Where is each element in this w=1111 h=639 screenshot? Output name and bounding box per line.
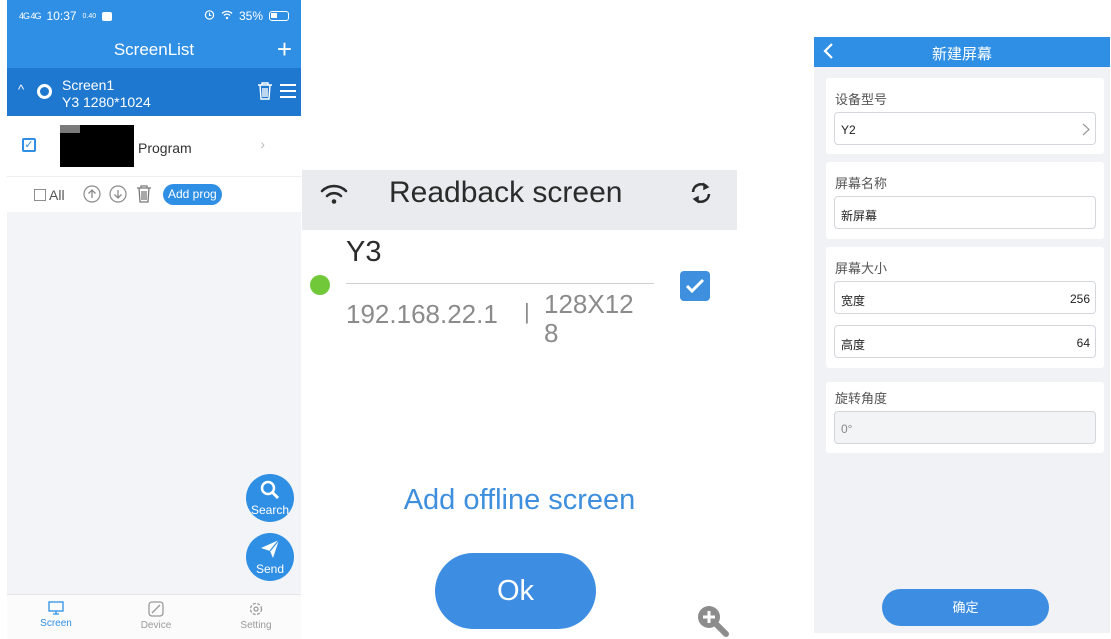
readback-screen-panel: Readback screen Y3 192.168.22.1 | 128X12… (302, 170, 737, 639)
status-time: 10:37 (46, 9, 77, 23)
screen-name-label: 屏幕名称 (835, 176, 888, 191)
notification-icon (102, 11, 113, 21)
width-value: 256 (1069, 292, 1090, 306)
program-label: Program (138, 140, 192, 156)
width-label: 宽度 (841, 294, 866, 308)
battery-percent: 35% (238, 9, 263, 23)
device-select-checkbox[interactable] (680, 271, 710, 301)
screen-row[interactable]: ^ Screen1 Y3 1280*1024 (7, 68, 301, 116)
screen-size-label: 屏幕大小 (835, 261, 888, 276)
select-all-label: All (49, 187, 65, 203)
device-name: Y3 (346, 236, 382, 268)
program-row[interactable]: ✓ Program › (7, 116, 301, 176)
net-speed: 0.40 (82, 12, 97, 20)
collapse-chevron-icon[interactable]: ^ (18, 82, 24, 97)
add-program-button[interactable]: Add prog (163, 184, 222, 205)
divider (346, 283, 654, 284)
check-icon (685, 278, 705, 294)
device-tab-icon (148, 601, 164, 617)
device-model-label: 设备型号 (835, 92, 888, 107)
height-label: 高度 (841, 338, 866, 352)
battery-icon (269, 11, 289, 21)
tab-setting-label: Setting (240, 620, 272, 631)
page-title: ScreenList (113, 40, 195, 59)
device-model-value: Y2 (841, 123, 856, 137)
new-screen-panel: 新建屏幕 设备型号 Y2 屏幕名称 新屏幕 屏幕大小 宽度 256 高度 64 … (814, 37, 1110, 633)
alarm-icon (204, 9, 215, 23)
screen-name-value: 新屏幕 (841, 209, 878, 223)
gear-icon (249, 602, 263, 616)
page-title: 新建屏幕 (931, 46, 992, 63)
program-checkbox[interactable]: ✓ (22, 138, 36, 152)
send-label: Send (255, 562, 285, 576)
device-ip: 192.168.22.1 (346, 299, 498, 329)
tab-device-label: Device (140, 620, 172, 631)
search-icon (260, 480, 280, 500)
rotation-input[interactable]: 0° (834, 411, 1096, 444)
search-button[interactable]: Search (246, 474, 294, 522)
device-resolution: 128X128 (544, 290, 634, 346)
bottom-tab-bar: Screen Device Setting (7, 594, 301, 639)
ok-button[interactable]: Ok (435, 553, 596, 629)
rotation-placeholder: 0° (841, 422, 853, 436)
move-down-icon[interactable] (109, 185, 127, 203)
height-value: 64 (1076, 336, 1090, 350)
readback-header: Readback screen (302, 170, 737, 230)
wifi-icon (221, 9, 233, 23)
screen-spec: Y3 1280*1024 (62, 94, 151, 110)
add-screen-button[interactable]: + (277, 34, 292, 65)
zoom-in-icon[interactable] (695, 603, 729, 639)
width-input[interactable]: 宽度 256 (834, 281, 1096, 314)
screen-name-input[interactable]: 新屏幕 (834, 196, 1096, 229)
program-toolbar: All Add prog (7, 176, 301, 212)
screen-name: Screen1 (62, 77, 115, 93)
readback-title: Readback screen (389, 176, 623, 209)
screen-size-card: 屏幕大小 宽度 256 高度 64 (826, 247, 1104, 368)
tab-device[interactable]: Device (126, 601, 186, 631)
tab-setting[interactable]: Setting (226, 601, 286, 631)
tab-screen[interactable]: Screen (26, 601, 86, 629)
screen-name-card: 屏幕名称 新屏幕 (826, 162, 1104, 239)
send-button[interactable]: Send (246, 533, 294, 581)
chevron-right-icon[interactable]: › (260, 136, 265, 152)
refresh-icon[interactable] (688, 180, 714, 211)
move-up-icon[interactable] (83, 185, 101, 203)
wifi-icon[interactable] (319, 182, 349, 213)
height-input[interactable]: 高度 64 (834, 325, 1096, 358)
status-bar: 4G 4G 10:37 0.40 35% (7, 0, 301, 32)
rotation-label: 旋转角度 (835, 391, 888, 406)
select-all-checkbox[interactable] (34, 189, 46, 201)
add-offline-screen-link[interactable]: Add offline screen (302, 484, 737, 517)
confirm-button[interactable]: 确定 (882, 589, 1049, 626)
search-label: Search (250, 503, 290, 517)
send-icon (261, 539, 280, 558)
screen-select-radio[interactable] (37, 84, 52, 99)
device-model-select[interactable]: Y2 (834, 112, 1096, 145)
delete-program-trash-icon[interactable] (136, 185, 154, 203)
device-separator: | (524, 299, 530, 324)
rotation-card: 旋转角度 0° (826, 382, 1104, 453)
delete-screen-trash-icon[interactable] (257, 82, 273, 100)
device-model-card: 设备型号 Y2 (826, 78, 1104, 154)
screen-tab-icon (48, 601, 64, 615)
chevron-right-icon (1082, 123, 1090, 139)
signal-indicator: 4G 4G (19, 11, 41, 21)
menu-icon[interactable] (279, 83, 297, 99)
screen-list-panel: 4G 4G 10:37 0.40 35% ScreenList + ^ Scre… (7, 0, 301, 639)
program-thumbnail (60, 125, 134, 167)
tab-screen-label: Screen (40, 618, 72, 629)
new-screen-nav: 新建屏幕 (814, 37, 1110, 67)
online-status-dot (310, 275, 330, 295)
title-bar: ScreenList + (7, 32, 301, 68)
